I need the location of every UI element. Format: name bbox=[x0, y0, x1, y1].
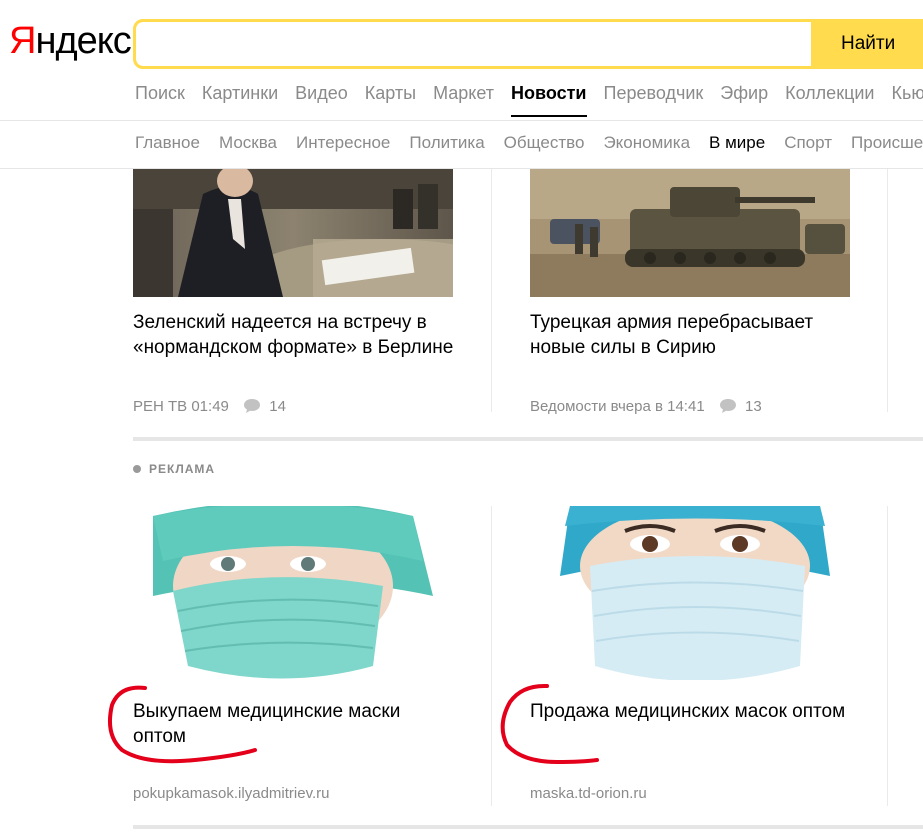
rubric-link[interactable]: В мире bbox=[709, 131, 765, 155]
yandex-logo[interactable]: Яндекс bbox=[9, 18, 132, 64]
rubric-link[interactable]: Происшествия bbox=[851, 131, 923, 155]
search-button[interactable]: Найти bbox=[814, 22, 920, 66]
news-image-tanks[interactable] bbox=[530, 169, 850, 297]
news-meta: РЕН ТВ 01:49 14 bbox=[133, 397, 286, 420]
red-annotation-mark bbox=[500, 683, 599, 765]
service-link[interactable]: Новости bbox=[511, 81, 587, 117]
rubric-link[interactable]: Главное bbox=[135, 131, 200, 155]
service-link[interactable]: Коллекции bbox=[785, 81, 874, 105]
news-source-time: Ведомости вчера в 14:41 bbox=[530, 398, 705, 415]
header-divider bbox=[0, 120, 923, 121]
ad-image-green-mask[interactable] bbox=[133, 506, 453, 680]
service-link[interactable]: Переводчик bbox=[604, 81, 704, 105]
rubric-link[interactable]: Спорт bbox=[784, 131, 832, 155]
press-conference-photo bbox=[133, 169, 453, 297]
service-link[interactable]: Эфир bbox=[720, 81, 768, 105]
ad-label: РЕКЛАМА bbox=[133, 461, 215, 477]
search-bar: Найти bbox=[133, 19, 923, 69]
column-divider bbox=[887, 169, 888, 412]
column-divider bbox=[491, 169, 492, 412]
column-divider bbox=[491, 506, 492, 806]
rubric-link[interactable]: Интересное bbox=[296, 131, 390, 155]
comment-icon bbox=[243, 398, 261, 420]
ad-title[interactable]: Выкупаем медицинские маски оптом bbox=[133, 699, 453, 749]
woman-blue-mask-photo bbox=[530, 506, 850, 680]
service-link[interactable]: Маркет bbox=[433, 81, 494, 105]
news-meta: Ведомости вчера в 14:41 13 bbox=[530, 397, 762, 420]
comment-count[interactable]: 13 bbox=[745, 398, 762, 415]
services-nav: Поиск Картинки Видео Карты Маркет Новости Пере… bbox=[135, 81, 923, 121]
service-link[interactable]: Видео bbox=[295, 81, 348, 105]
ad-label-text: РЕКЛАМА bbox=[149, 462, 216, 476]
service-link[interactable]: Поиск bbox=[135, 81, 185, 105]
rubric-link[interactable]: Москва bbox=[219, 131, 277, 155]
service-link[interactable]: Карты bbox=[365, 81, 416, 105]
rubrics-nav: Главное Москва Интересное Политика Общество Э… bbox=[135, 131, 923, 155]
logo-letter: Я bbox=[9, 20, 36, 62]
news-image-press-conference[interactable] bbox=[133, 169, 453, 297]
rubric-link[interactable]: Экономика bbox=[603, 131, 690, 155]
news-title[interactable]: Турецкая армия перебрасывает новые силы … bbox=[530, 310, 870, 360]
rubric-link[interactable]: Общество bbox=[504, 131, 585, 155]
ad-image-blue-mask[interactable] bbox=[530, 506, 850, 680]
ad-dot bbox=[133, 465, 141, 473]
section-separator bbox=[133, 825, 923, 829]
news-source-time: РЕН ТВ 01:49 bbox=[133, 398, 229, 415]
ad-domain[interactable]: maska.td-orion.ru bbox=[530, 784, 647, 804]
ad-title[interactable]: Продажа медицинских масок оптом bbox=[530, 699, 850, 724]
rubric-link[interactable]: Политика bbox=[409, 131, 484, 155]
news-title[interactable]: Зеленский надеется на встречу в «норманд… bbox=[133, 310, 463, 360]
woman-green-mask-photo bbox=[133, 506, 453, 680]
comment-icon bbox=[719, 398, 737, 420]
section-separator bbox=[133, 437, 923, 441]
tanks-photo bbox=[530, 169, 850, 297]
service-link[interactable]: Кью bbox=[892, 81, 923, 105]
service-link[interactable]: Картинки bbox=[202, 81, 278, 105]
column-divider bbox=[887, 506, 888, 806]
ad-domain[interactable]: pokupkamasok.ilyadmitriev.ru bbox=[133, 784, 329, 804]
search-input[interactable] bbox=[136, 22, 811, 66]
logo-text: ндекс bbox=[35, 20, 131, 62]
comment-count[interactable]: 14 bbox=[269, 398, 286, 415]
